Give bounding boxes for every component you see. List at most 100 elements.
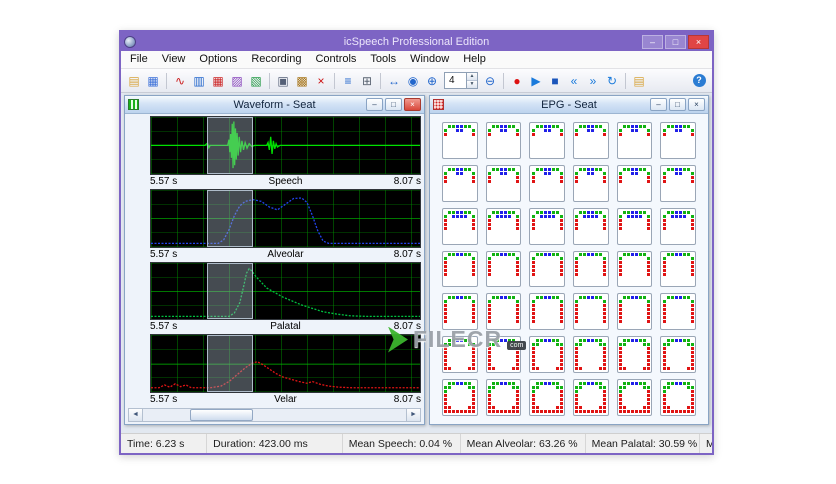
epg-palatogram[interactable] bbox=[485, 336, 522, 374]
waveform-view-button[interactable]: ∿ bbox=[171, 72, 189, 90]
epg-palatogram[interactable] bbox=[485, 250, 522, 288]
scroll-track[interactable] bbox=[143, 409, 406, 421]
paste-button[interactable]: ▩ bbox=[293, 72, 311, 90]
zoom-in-button[interactable]: ⊕ bbox=[423, 72, 441, 90]
epg-palatogram[interactable] bbox=[485, 293, 522, 331]
epg-palatogram[interactable] bbox=[660, 164, 696, 202]
menu-window[interactable]: Window bbox=[403, 51, 456, 68]
scroll-right-button[interactable]: ► bbox=[406, 409, 420, 421]
rewind-button[interactable]: « bbox=[565, 72, 583, 90]
prompt-folder-button[interactable]: ▤ bbox=[630, 72, 648, 90]
epg-palatogram[interactable] bbox=[485, 164, 522, 202]
epg-palatogram[interactable] bbox=[573, 293, 609, 331]
menu-tools[interactable]: Tools bbox=[363, 51, 403, 68]
epg-maximize-button[interactable]: □ bbox=[669, 98, 686, 111]
waveform-titlebar[interactable]: Waveform - Seat – □ × bbox=[125, 96, 424, 114]
epg-palatogram[interactable] bbox=[442, 379, 478, 416]
play-button[interactable]: ▶ bbox=[527, 72, 545, 90]
loop-button[interactable]: ↻ bbox=[603, 72, 621, 90]
menu-options[interactable]: Options bbox=[192, 51, 244, 68]
epg-palatogram[interactable] bbox=[442, 336, 478, 374]
epg-palatogram[interactable] bbox=[573, 122, 609, 159]
forward-button[interactable]: » bbox=[584, 72, 602, 90]
menu-view[interactable]: View bbox=[155, 51, 193, 68]
menu-help[interactable]: Help bbox=[456, 51, 493, 68]
epg-palatogram[interactable] bbox=[573, 207, 609, 245]
save-button[interactable]: ▦ bbox=[144, 72, 162, 90]
epg-palatogram[interactable] bbox=[442, 293, 478, 331]
epg-palatogram[interactable] bbox=[529, 164, 565, 202]
cursor-button[interactable]: ◉ bbox=[404, 72, 422, 90]
waveform-maximize-button[interactable]: □ bbox=[385, 98, 402, 111]
bargraph-view-button[interactable]: ▥ bbox=[190, 72, 208, 90]
spectrogram-view-button[interactable]: ▨ bbox=[228, 72, 246, 90]
zoom-out-button[interactable]: ⊖ bbox=[481, 72, 499, 90]
epg-palatogram[interactable] bbox=[529, 293, 565, 331]
spinner-down-icon[interactable]: ▼ bbox=[467, 81, 477, 88]
menu-recording[interactable]: Recording bbox=[244, 51, 308, 68]
epg-palatogram[interactable] bbox=[616, 336, 653, 374]
waveform-chart-palatal[interactable] bbox=[150, 261, 421, 321]
epg-palatogram[interactable] bbox=[660, 379, 696, 416]
epg-minimize-button[interactable]: – bbox=[650, 98, 667, 111]
pan-button[interactable]: ↔ bbox=[385, 72, 403, 90]
epg-palatogram[interactable] bbox=[616, 250, 653, 288]
maximize-button[interactable]: □ bbox=[665, 34, 686, 49]
epg-view-button[interactable]: ▦ bbox=[209, 72, 227, 90]
waveform-close-button[interactable]: × bbox=[404, 98, 421, 111]
close-button[interactable]: × bbox=[688, 34, 709, 49]
delete-button[interactable]: × bbox=[312, 72, 330, 90]
epg-palatogram[interactable] bbox=[660, 293, 696, 331]
window-titlebar[interactable]: icSpeech Professional Edition – □ × bbox=[121, 32, 712, 51]
zoom-level-combo[interactable]: 4 ▲ ▼ bbox=[444, 72, 478, 89]
epg-palatogram[interactable] bbox=[660, 122, 696, 159]
epg-palatogram[interactable] bbox=[485, 379, 522, 416]
epg-palatogram[interactable] bbox=[442, 250, 478, 288]
epg-palatogram[interactable] bbox=[442, 164, 478, 202]
spinner-up-icon[interactable]: ▲ bbox=[467, 73, 477, 81]
epg-palatogram[interactable] bbox=[616, 293, 653, 331]
copy-button[interactable]: ▣ bbox=[274, 72, 292, 90]
epg-palatogram[interactable] bbox=[529, 122, 565, 159]
epg-palatogram[interactable] bbox=[529, 336, 565, 374]
layout-button[interactable]: ⊞ bbox=[358, 72, 376, 90]
waveform-chart-speech[interactable] bbox=[150, 116, 421, 175]
help-button[interactable]: ? bbox=[690, 72, 708, 90]
epg-palatogram[interactable] bbox=[529, 379, 565, 416]
epg-palatogram[interactable] bbox=[660, 207, 696, 245]
epg-palatogram[interactable] bbox=[573, 336, 609, 374]
epg-palatogram[interactable] bbox=[573, 164, 609, 202]
menu-file[interactable]: File bbox=[123, 51, 155, 68]
epg-palatogram[interactable] bbox=[442, 122, 478, 159]
scroll-thumb[interactable] bbox=[190, 409, 254, 421]
epg-palatogram[interactable] bbox=[616, 122, 653, 159]
selection-region[interactable] bbox=[207, 262, 254, 320]
menu-controls[interactable]: Controls bbox=[308, 51, 363, 68]
stop-button[interactable]: ■ bbox=[546, 72, 564, 90]
epg-palatogram[interactable] bbox=[485, 122, 522, 159]
report-button[interactable]: ≡ bbox=[339, 72, 357, 90]
open-button[interactable]: ▤ bbox=[125, 72, 143, 90]
epg-palatogram[interactable] bbox=[485, 207, 522, 245]
waveform-hscrollbar[interactable]: ◄ ► bbox=[128, 408, 421, 422]
epg-palatogram[interactable] bbox=[529, 250, 565, 288]
epg-palatogram[interactable] bbox=[529, 207, 565, 245]
epg-close-button[interactable]: × bbox=[688, 98, 705, 111]
selection-region[interactable] bbox=[207, 117, 254, 174]
epg-palatogram[interactable] bbox=[573, 250, 609, 288]
zoom-spinner[interactable]: ▲ ▼ bbox=[466, 73, 477, 88]
epg-palatogram[interactable] bbox=[616, 379, 653, 416]
selection-region[interactable] bbox=[207, 335, 254, 392]
epg-palatogram[interactable] bbox=[616, 164, 653, 202]
epg-palatogram[interactable] bbox=[616, 207, 653, 245]
record-button[interactable]: ● bbox=[508, 72, 526, 90]
epg-titlebar[interactable]: EPG - Seat – □ × bbox=[430, 96, 708, 114]
minimize-button[interactable]: – bbox=[642, 34, 663, 49]
waveform-chart-velar[interactable] bbox=[150, 334, 421, 393]
epg-palatogram[interactable] bbox=[442, 207, 478, 245]
pitch-view-button[interactable]: ▧ bbox=[247, 72, 265, 90]
waveform-minimize-button[interactable]: – bbox=[366, 98, 383, 111]
epg-palatogram[interactable] bbox=[573, 379, 609, 416]
epg-palatogram[interactable] bbox=[660, 250, 696, 288]
epg-palatogram[interactable] bbox=[660, 336, 696, 374]
